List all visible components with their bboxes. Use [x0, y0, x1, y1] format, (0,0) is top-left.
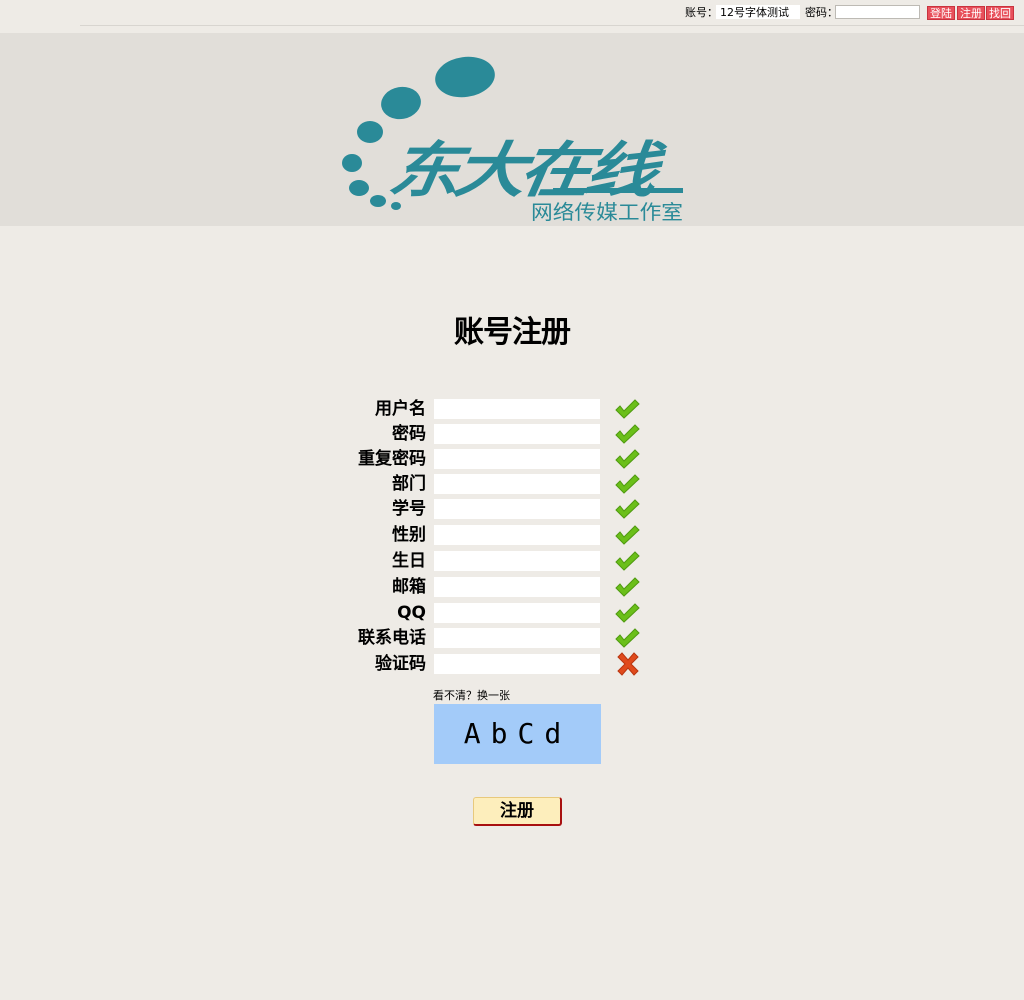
- qq-input[interactable]: [434, 603, 600, 623]
- birthday-input[interactable]: [434, 551, 600, 571]
- check-icon: [615, 525, 640, 545]
- email-input[interactable]: [434, 577, 600, 597]
- captcha-image[interactable]: AbCd: [434, 704, 601, 764]
- header-banner: 东大在线 网络传媒工作室: [0, 33, 1024, 226]
- check-icon: [615, 449, 640, 469]
- check-icon: [615, 499, 640, 519]
- recover-button[interactable]: 找回: [986, 6, 1014, 20]
- top-login-bar: 账号： 密码： 登陆 注册 找回: [0, 0, 1024, 26]
- username-label: 用户名: [375, 399, 426, 419]
- student-id-label: 学号: [392, 499, 426, 519]
- check-icon: [615, 628, 640, 648]
- password-label: 密码: [392, 424, 426, 444]
- check-icon: [615, 399, 640, 419]
- cross-icon: [617, 652, 639, 676]
- department-label: 部门: [392, 474, 426, 494]
- email-label: 邮箱: [392, 577, 426, 597]
- gender-input[interactable]: [434, 525, 600, 545]
- login-button[interactable]: 登陆: [927, 6, 955, 20]
- gender-label: 性别: [392, 525, 426, 545]
- submit-register-button[interactable]: 注册: [473, 797, 562, 826]
- password-field[interactable]: [434, 424, 600, 444]
- birthday-label: 生日: [392, 551, 426, 571]
- account-label: 账号：: [685, 6, 718, 19]
- logo-subtitle: 网络传媒工作室: [531, 200, 683, 223]
- department-input[interactable]: [434, 474, 600, 494]
- confirm-password-field[interactable]: [434, 449, 600, 469]
- check-icon: [615, 603, 640, 623]
- password-label: 密码：: [805, 6, 838, 19]
- confirm-password-label: 重复密码: [358, 449, 426, 469]
- captcha-input[interactable]: [434, 654, 600, 674]
- phone-input[interactable]: [434, 628, 600, 648]
- topbar-divider: [80, 25, 1024, 26]
- logo-name: 东大在线: [384, 136, 670, 206]
- account-input[interactable]: [716, 5, 800, 19]
- site-logo: 东大在线 网络传媒工作室: [342, 56, 683, 223]
- register-button[interactable]: 注册: [957, 6, 985, 20]
- check-icon: [615, 577, 640, 597]
- username-input[interactable]: [434, 399, 600, 419]
- qq-label: QQ: [397, 603, 426, 623]
- check-icon: [615, 424, 640, 444]
- password-input[interactable]: [835, 5, 920, 19]
- phone-label: 联系电话: [358, 628, 426, 648]
- check-icon: [615, 551, 640, 571]
- student-id-input[interactable]: [434, 499, 600, 519]
- page-title: 账号注册: [454, 315, 571, 350]
- captcha-label: 验证码: [375, 654, 426, 674]
- captcha-refresh-link[interactable]: 看不清？换一张: [433, 689, 510, 703]
- check-icon: [615, 474, 640, 494]
